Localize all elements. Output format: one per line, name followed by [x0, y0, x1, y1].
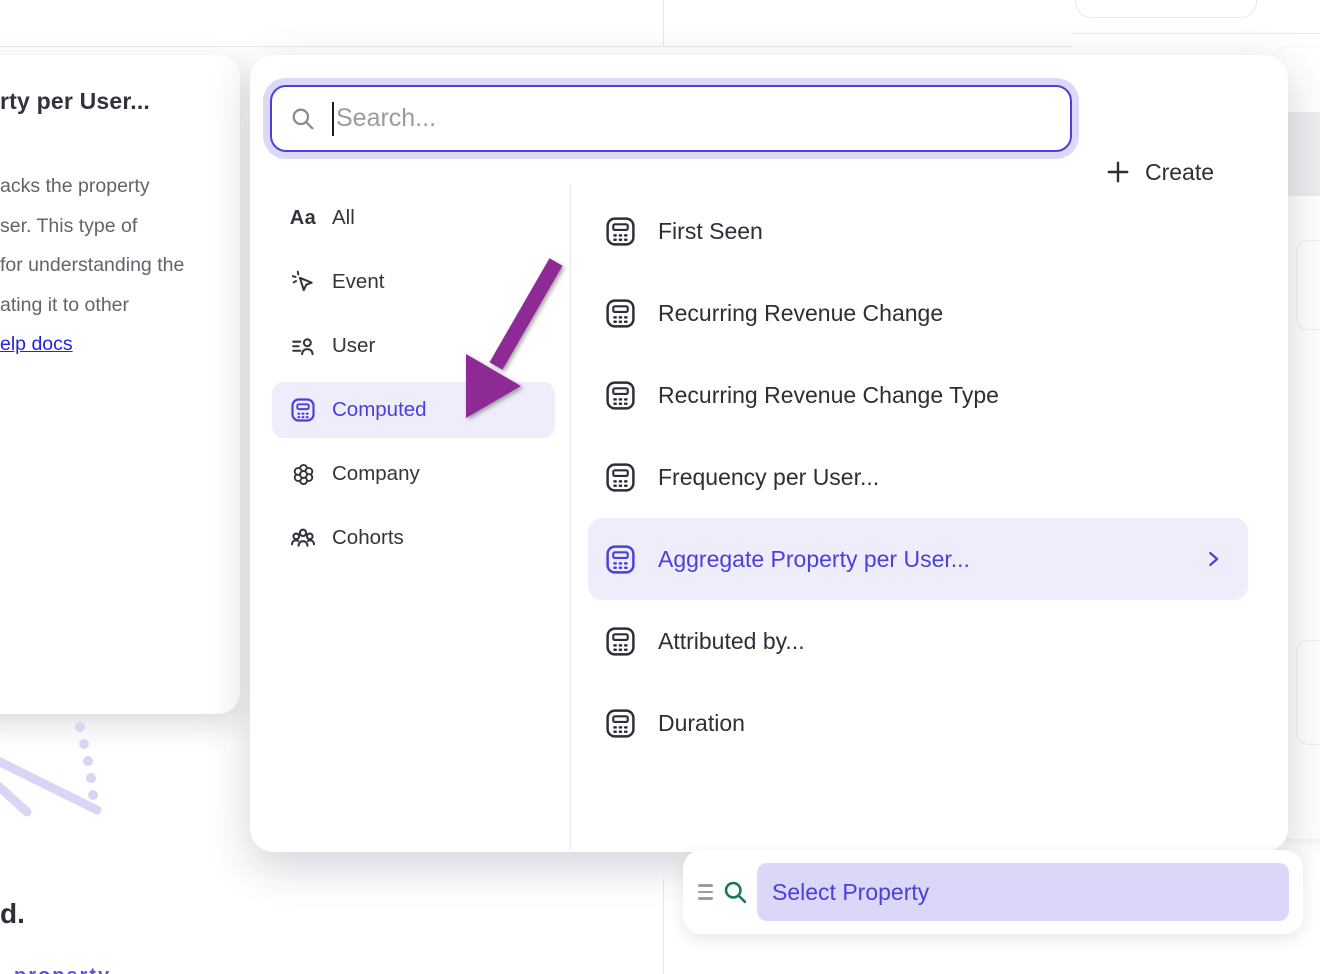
calculator-icon [289, 396, 317, 424]
background-faint-box [1296, 640, 1320, 745]
property-tooltip-card: rty per User... acks the property ser. T… [0, 55, 240, 714]
select-property-label: Select Property [772, 879, 929, 906]
calculator-icon [604, 297, 637, 330]
chevron-right-icon [1202, 548, 1224, 570]
property-item-recurring-revenue-change[interactable]: Recurring Revenue Change [588, 272, 1248, 354]
category-tab-user[interactable]: User [272, 318, 555, 374]
category-tab-computed[interactable]: Computed [272, 382, 555, 438]
plus-icon [1105, 159, 1131, 185]
partial-sentence-text: d. [0, 898, 25, 930]
background-divider-vertical-top [663, 0, 664, 46]
category-tab-cohorts[interactable]: Cohorts [272, 510, 555, 566]
cohorts-people-icon [289, 524, 317, 552]
drag-handle-icon[interactable] [698, 884, 713, 900]
event-cursor-icon [290, 269, 316, 295]
property-item-attributed-by[interactable]: Attributed by... [588, 600, 1248, 682]
category-tab-company[interactable]: Company [272, 446, 555, 502]
background-gray-block [1288, 112, 1320, 196]
category-label: All [332, 206, 355, 230]
property-item-label: Duration [658, 710, 745, 737]
category-tab-event[interactable]: Event [272, 254, 555, 310]
metric-row-card: Select Property [683, 850, 1303, 934]
help-docs-link[interactable]: elp docs [0, 333, 73, 355]
background-divider-horizontal-right [1072, 33, 1320, 34]
property-item-label: Recurring Revenue Change [658, 300, 943, 327]
category-label: Event [332, 270, 384, 294]
clipped-link-text: property [14, 965, 111, 974]
create-button-label: Create [1145, 159, 1214, 186]
calculator-icon [604, 215, 637, 248]
category-tab-all[interactable]: Aa All [272, 190, 555, 246]
calculator-icon [604, 707, 637, 740]
calculator-icon [604, 625, 637, 658]
page-root: rty per User... acks the property ser. T… [0, 0, 1320, 974]
background-divider-horizontal-left [0, 46, 1072, 47]
search-box[interactable] [270, 85, 1072, 152]
category-label: Company [332, 462, 420, 486]
category-label: Computed [332, 398, 427, 422]
property-item-aggregate-property-per-user[interactable]: Aggregate Property per User... [588, 518, 1248, 600]
background-divider-vertical-bottom [663, 878, 664, 974]
green-search-icon [722, 879, 749, 906]
property-item-frequency-per-user[interactable]: Frequency per User... [588, 436, 1248, 518]
tooltip-line: for understanding the [0, 246, 184, 286]
decorative-chart-lines [0, 700, 130, 830]
modal-column-divider [570, 185, 571, 850]
tooltip-body: acks the property ser. This type of for … [0, 167, 184, 365]
property-item-label: Recurring Revenue Change Type [658, 382, 999, 409]
category-label: Cohorts [332, 526, 404, 550]
background-faint-box [1296, 240, 1320, 330]
tooltip-title: rty per User... [0, 88, 150, 115]
category-label: User [332, 334, 375, 358]
user-list-icon [290, 333, 316, 359]
text-cursor [332, 102, 334, 136]
property-item-label: First Seen [658, 218, 763, 245]
property-selector-modal: Create Aa All Event [250, 55, 1288, 852]
search-input[interactable] [336, 104, 1070, 133]
tooltip-line: ser. This type of [0, 207, 184, 247]
calculator-icon [604, 379, 637, 412]
property-item-label: Attributed by... [658, 628, 805, 655]
calculator-icon [604, 543, 637, 576]
background-pill-button-partial [1075, 0, 1257, 18]
text-format-icon: Aa [290, 207, 317, 230]
clipped-link[interactable]: property [14, 965, 154, 974]
property-item-label: Frequency per User... [658, 464, 879, 491]
search-icon [290, 106, 316, 132]
property-item-label: Aggregate Property per User... [658, 546, 970, 573]
tooltip-line: acks the property [0, 167, 184, 207]
property-item-duration[interactable]: Duration [588, 682, 1248, 764]
property-item-first-seen[interactable]: First Seen [588, 190, 1248, 272]
calculator-icon [604, 461, 637, 494]
tooltip-line: ating it to other [0, 286, 184, 326]
property-item-recurring-revenue-change-type[interactable]: Recurring Revenue Change Type [588, 354, 1248, 436]
select-property-button[interactable]: Select Property [757, 863, 1289, 921]
company-cluster-icon [290, 461, 317, 488]
